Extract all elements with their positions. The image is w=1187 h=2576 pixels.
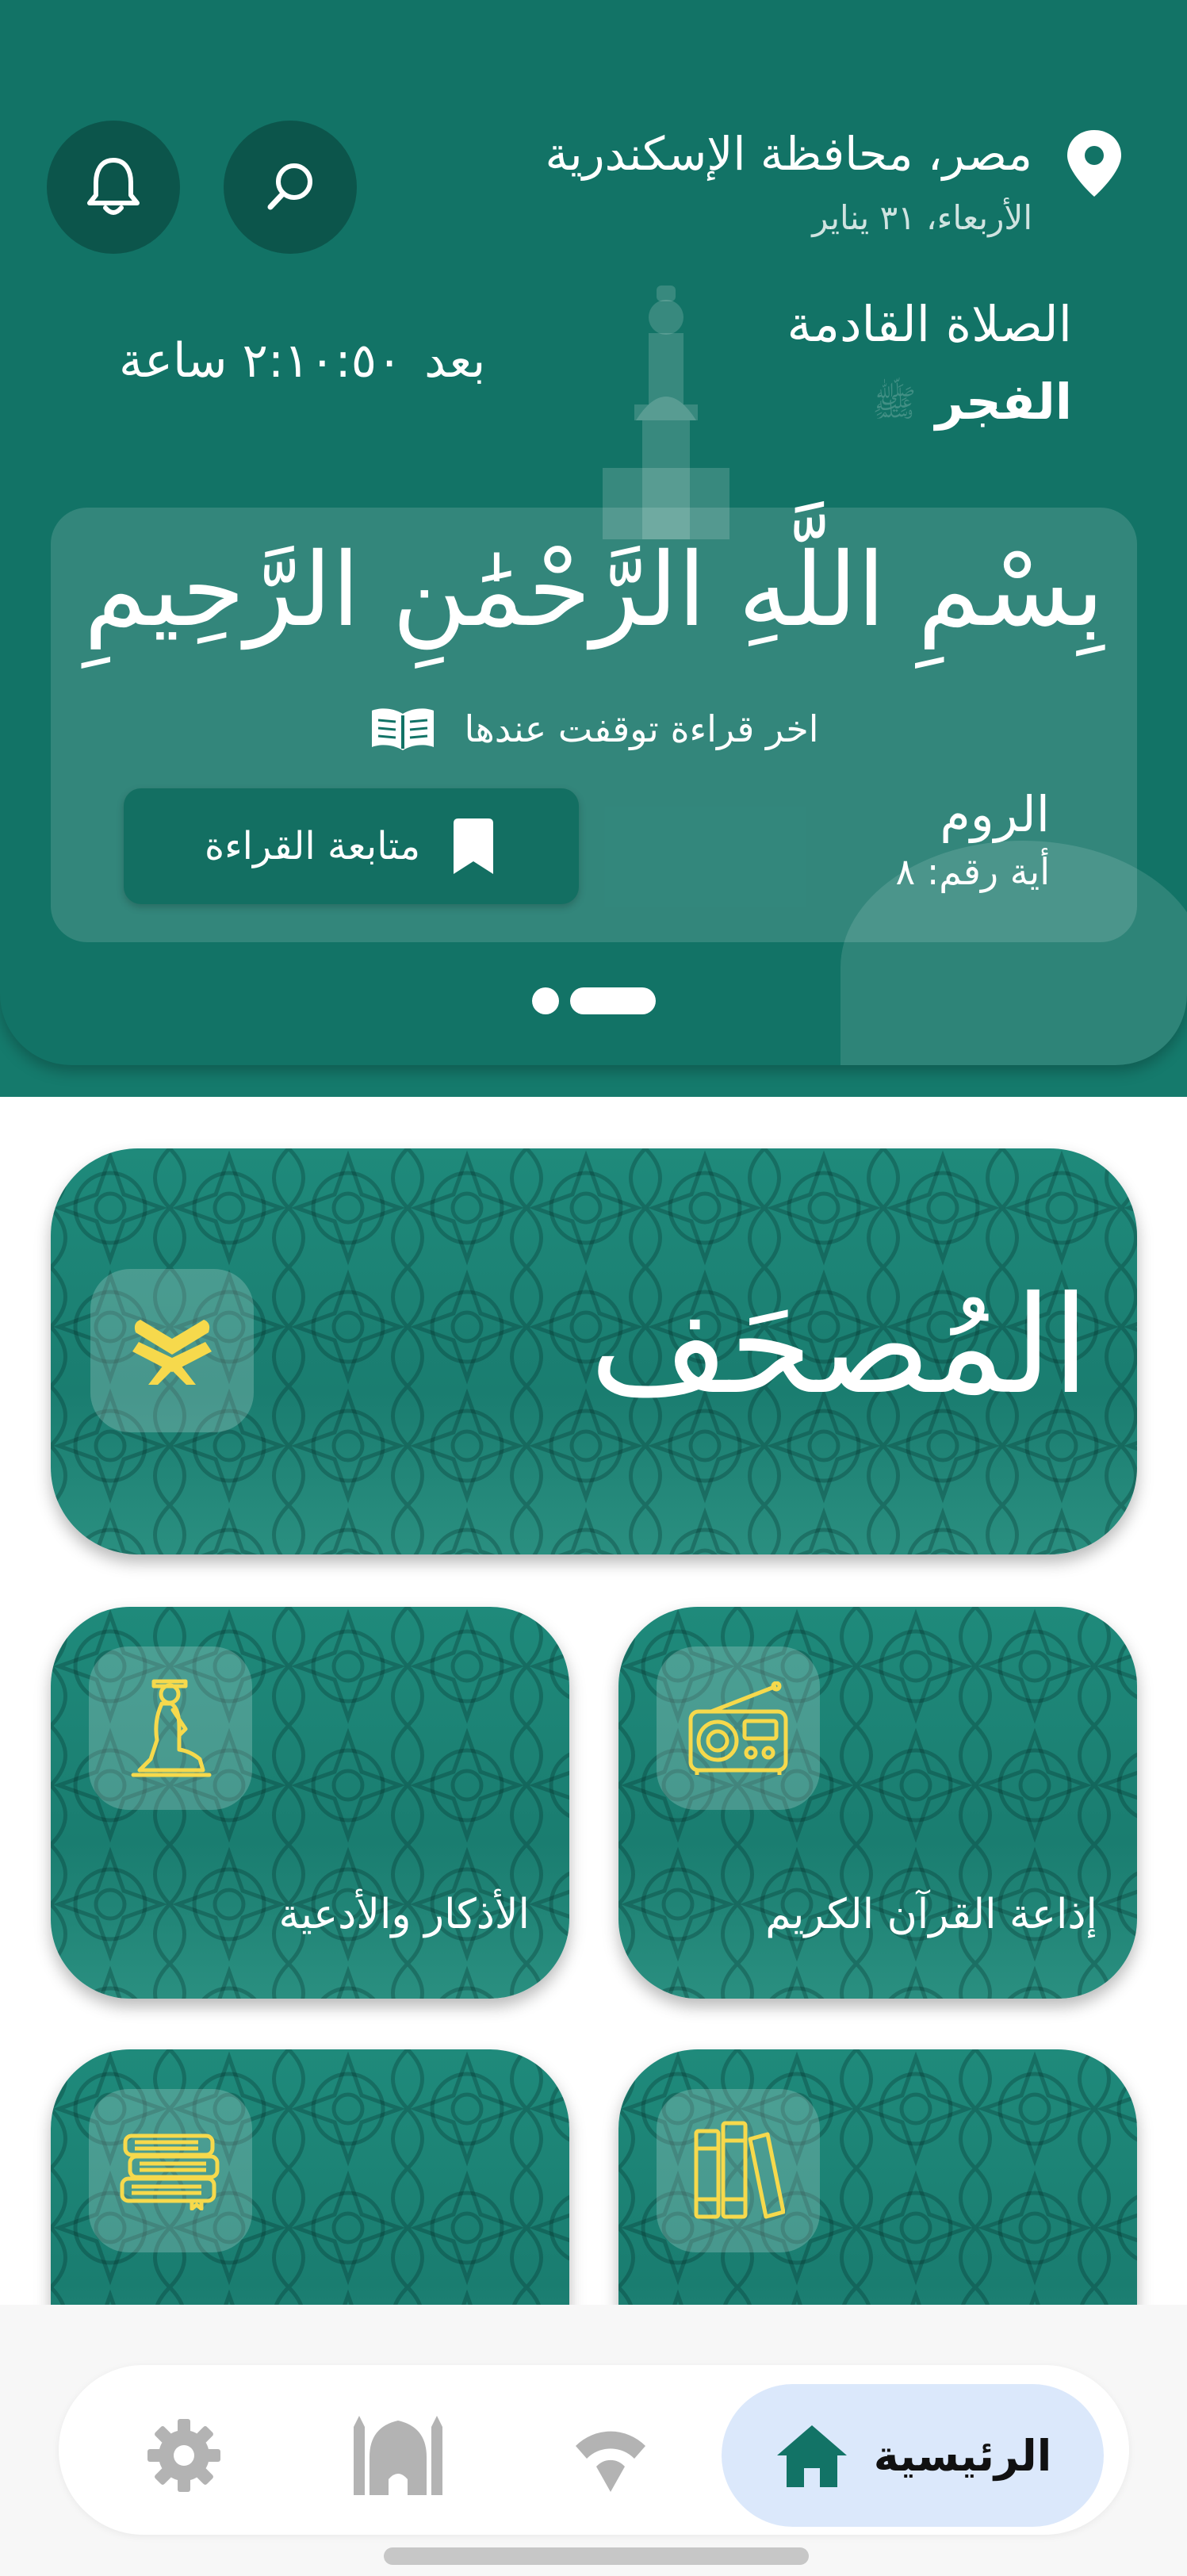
athkar-icon-box bbox=[89, 1646, 252, 1810]
next-prayer-name: الفجر bbox=[935, 373, 1072, 431]
carousel-indicator bbox=[0, 987, 1187, 1014]
location-pin-icon bbox=[1067, 130, 1121, 197]
athkar-card[interactable]: الأذكار والأدعية bbox=[51, 1607, 569, 1999]
praying-person-icon bbox=[131, 1679, 212, 1777]
home-indicator bbox=[384, 2547, 809, 2565]
open-book-icon bbox=[372, 708, 435, 750]
location-name: مصر، محافظة الإسكندرية bbox=[545, 127, 1032, 181]
book-stack-icon bbox=[120, 2133, 220, 2210]
next-prayer-label: الصلاة القادمة bbox=[787, 295, 1073, 353]
bookmark-icon bbox=[454, 818, 494, 874]
mushaf-title: المُصحَف bbox=[589, 1267, 1089, 1424]
books-icon bbox=[694, 2121, 785, 2219]
last-read-card: بِسْمِ اللَّهِ الرَّحْمَٰنِ الرَّحِيمِ ا… bbox=[51, 508, 1137, 942]
ayah-label: أية رقم: bbox=[926, 850, 1050, 893]
basmala-calligraphy: بِسْمِ اللَّهِ الرَّحْمَٰنِ الرَّحِيمِ bbox=[83, 531, 1105, 650]
nav-settings-button[interactable] bbox=[136, 2411, 232, 2500]
mushaf-icon-box bbox=[90, 1269, 254, 1432]
radio-wave-icon bbox=[576, 2431, 645, 2492]
bell-icon bbox=[87, 158, 140, 215]
nav-home-button[interactable]: الرئيسية bbox=[722, 2384, 1104, 2527]
athkar-label: الأذكار والأدعية bbox=[278, 1891, 530, 1938]
mosque-icon bbox=[354, 2416, 442, 2495]
prayer-countdown: بعد ٢:١٠:٥٠ ساعة bbox=[119, 333, 485, 389]
header: ﷺ مصر، محافظة الإسكندرية الأربعاء، ٣١ ين… bbox=[0, 0, 1187, 1065]
radio-icon bbox=[688, 1681, 788, 1775]
mushaf-card[interactable]: المُصحَف bbox=[51, 1148, 1137, 1554]
ayah-number-line: أية رقم: ٨ bbox=[895, 850, 1050, 893]
surah-name: الروم bbox=[940, 785, 1050, 843]
nav-home-label: الرئيسية bbox=[873, 2430, 1052, 2481]
ayah-number: ٨ bbox=[895, 850, 916, 893]
search-icon bbox=[267, 163, 312, 210]
carousel-dot-active[interactable] bbox=[569, 987, 656, 1014]
radio-icon-box bbox=[657, 1646, 820, 1810]
minaret-decoration bbox=[603, 286, 729, 539]
last-read-label: اخر قراءة توقفت عندها bbox=[464, 707, 819, 750]
books-icon-box bbox=[657, 2089, 820, 2252]
library-icon-box bbox=[89, 2089, 252, 2252]
countdown-prefix: بعد bbox=[424, 333, 486, 389]
calligraphy-decoration: ﷺ bbox=[872, 381, 917, 424]
last-read-row: اخر قراءة توقفت عندها bbox=[51, 706, 1137, 752]
continue-reading-label: متابعة القراءة bbox=[204, 824, 421, 868]
nav-radio-button[interactable] bbox=[563, 2411, 658, 2500]
search-button[interactable] bbox=[224, 121, 357, 254]
current-date: الأربعاء، ٣١ يناير bbox=[812, 198, 1032, 237]
countdown-value: ٢:١٠:٥٠ ساعة bbox=[119, 333, 403, 389]
nav-mosque-button[interactable] bbox=[350, 2411, 446, 2500]
home-icon bbox=[776, 2425, 847, 2487]
settings-icon bbox=[147, 2419, 220, 2492]
quran-radio-card[interactable]: إذاعة القرآن الكريم bbox=[618, 1607, 1137, 1999]
quran-book-icon bbox=[132, 1320, 212, 1385]
continue-reading-button[interactable]: متابعة القراءة bbox=[124, 788, 579, 904]
carousel-dot[interactable] bbox=[531, 987, 559, 1014]
notifications-button[interactable] bbox=[47, 121, 180, 254]
quran-radio-label: إذاعة القرآن الكريم bbox=[765, 1891, 1097, 1938]
